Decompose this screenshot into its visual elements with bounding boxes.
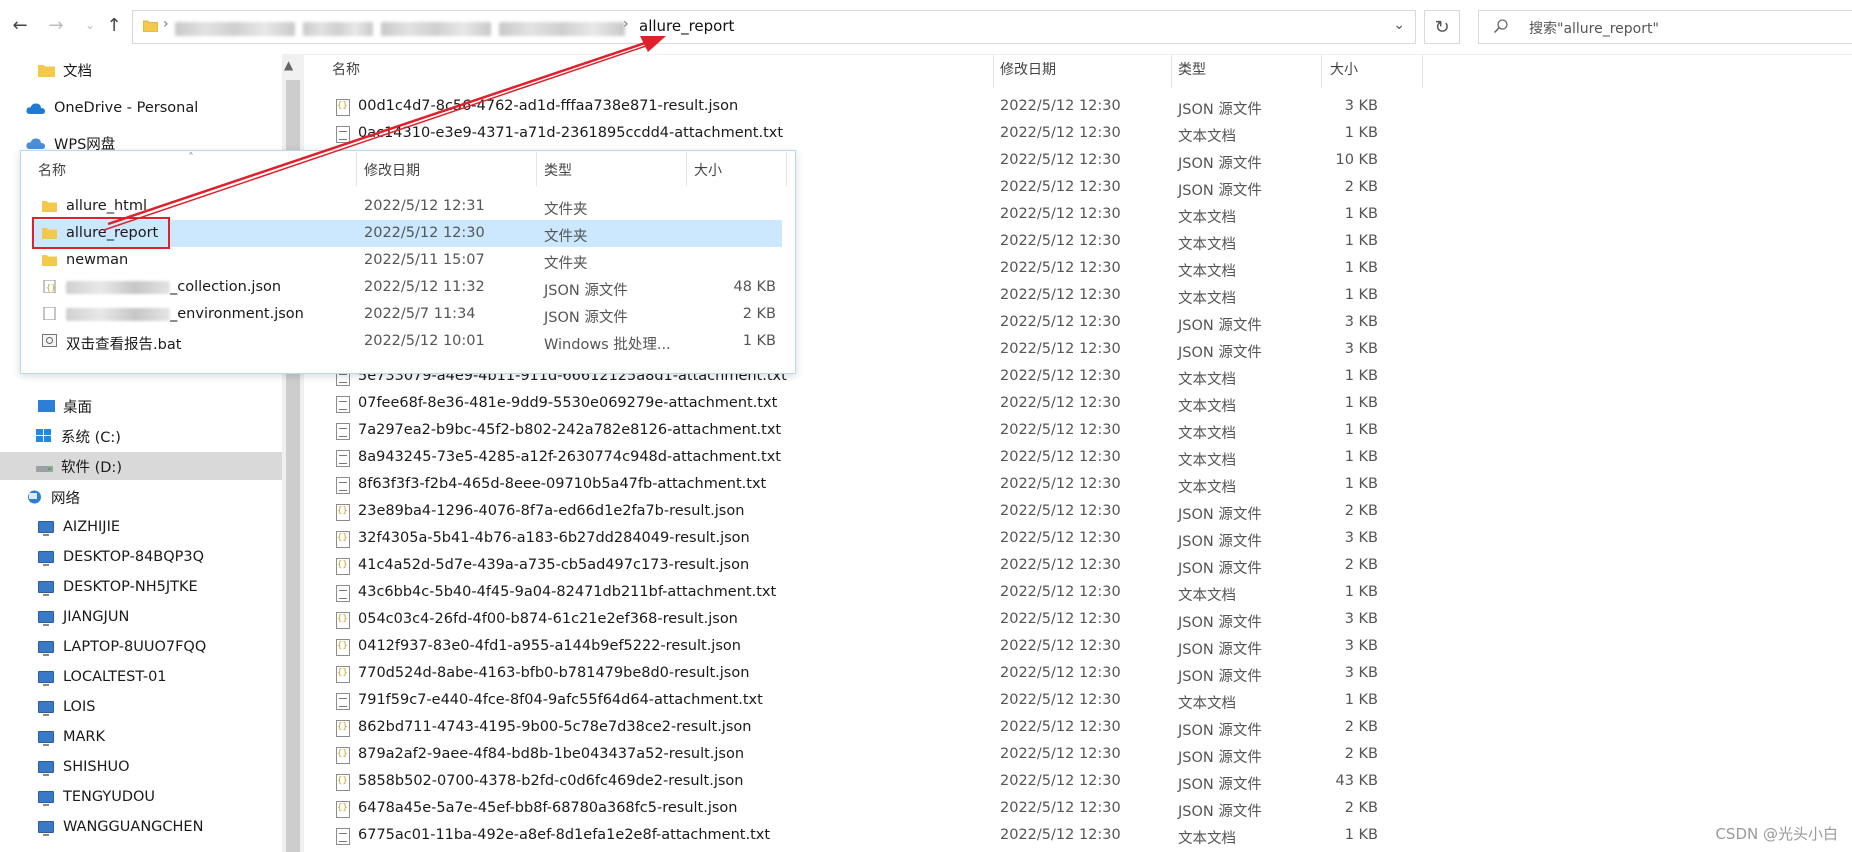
arrow-annotation <box>103 36 666 231</box>
watermark: CSDN @光头小白 <box>1715 825 1838 843</box>
arrow-shaft <box>103 45 647 231</box>
arrow-shaft <box>107 40 649 226</box>
